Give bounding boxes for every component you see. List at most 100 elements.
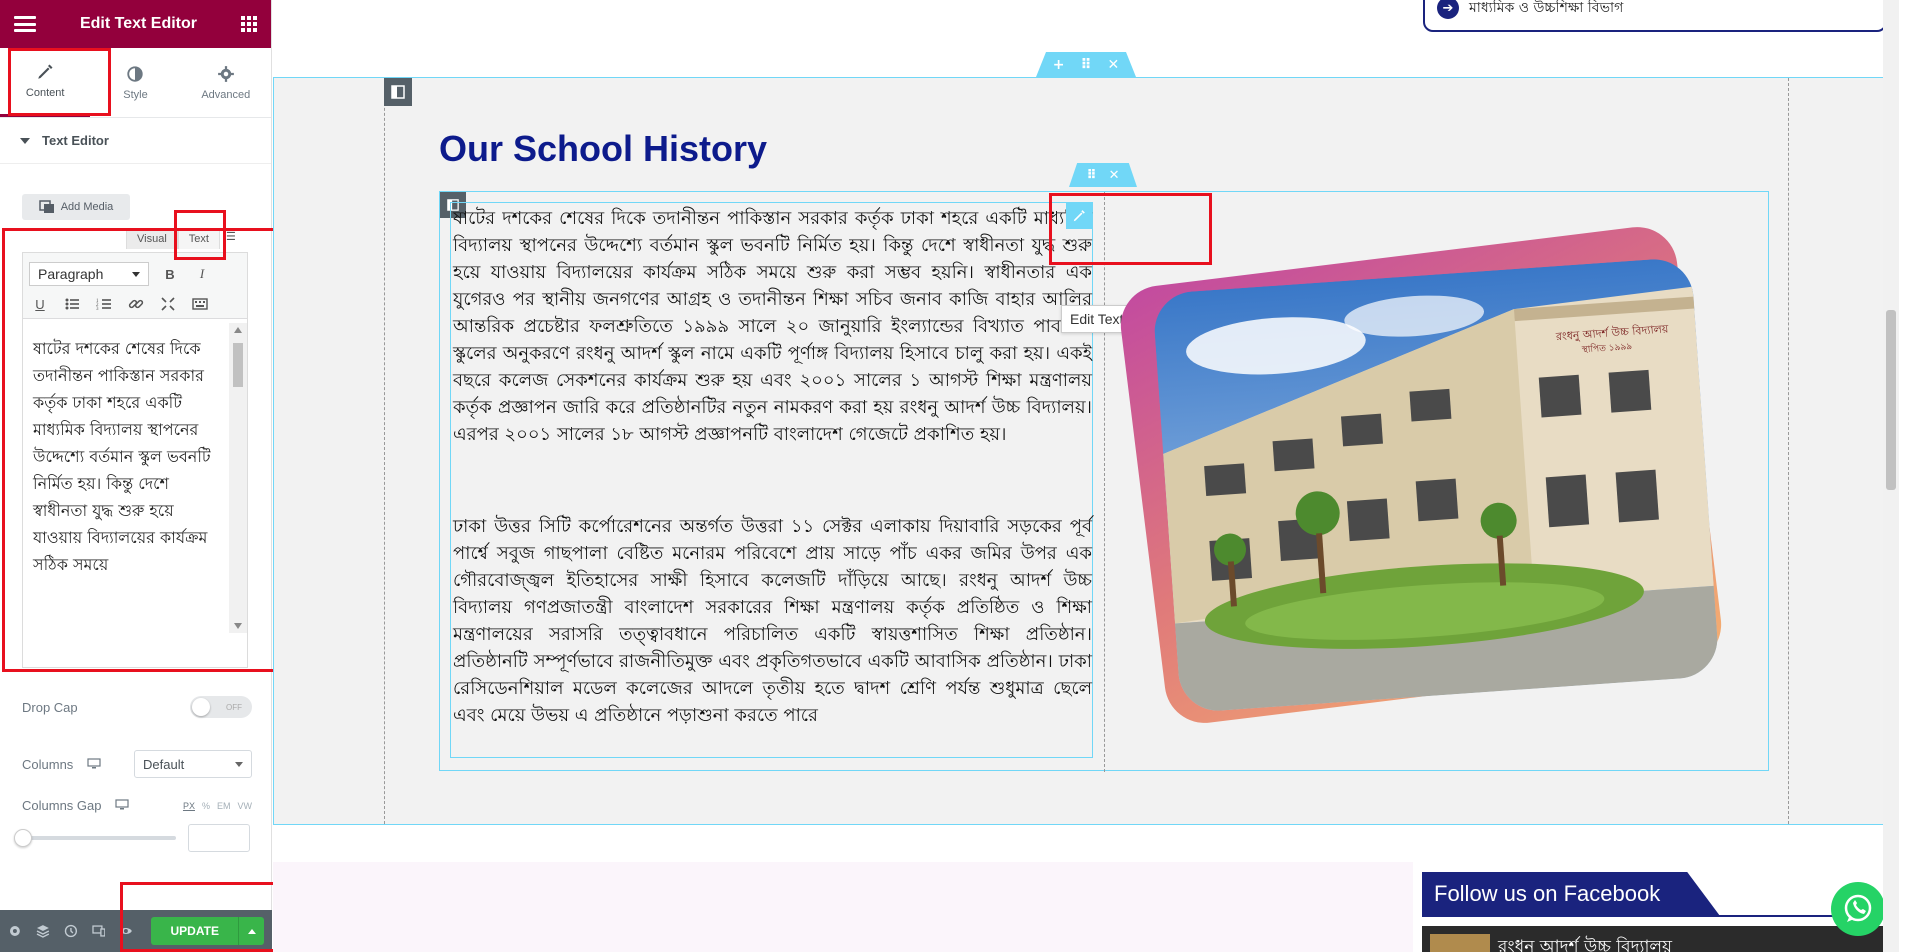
arrow-right-circle-icon: ➔	[1437, 0, 1459, 19]
unit-selector: PX % EM VW	[183, 801, 252, 811]
add-section-icon[interactable]: +	[1053, 57, 1065, 73]
add-media-label: Add Media	[60, 201, 114, 213]
tab-style[interactable]: Style	[90, 48, 180, 117]
school-building-image: রংধনু আদর্শ উচ্চ বিদ্যালয় স্থাপিত ১৯৯৯	[1152, 256, 1720, 714]
format-select-value: Paragraph	[38, 266, 104, 282]
top-nav-card[interactable]: ➔ মাধ্যমিক ও উচ্চশিক্ষা বিভাগ	[1423, 0, 1887, 32]
layers-icon[interactable]	[36, 924, 50, 938]
dropdown-arrow-icon	[132, 271, 140, 277]
menu-icon[interactable]	[14, 16, 36, 32]
unit-percent[interactable]: %	[202, 801, 210, 811]
page-scroll-thumb[interactable]	[1886, 310, 1896, 490]
whatsapp-button[interactable]	[1831, 882, 1885, 936]
tab-advanced-label: Advanced	[201, 88, 251, 101]
dropdown-arrow-icon	[235, 761, 243, 767]
editor-panel: Edit Text Editor Content Style Advanced …	[0, 0, 310, 952]
inner-section-handle[interactable]: ⠿ ✕	[1069, 163, 1137, 187]
unit-px[interactable]: PX	[183, 801, 195, 811]
unit-vw[interactable]: VW	[238, 801, 253, 811]
section-toggle-text-editor[interactable]: Text Editor	[0, 118, 271, 164]
history-paragraph-2: ঢাকা উত্তর সিটি কর্পোরেশনের অন্তর্গত উত্…	[453, 516, 1092, 726]
desktop-icon[interactable]	[87, 757, 101, 769]
facebook-page-card[interactable]: রংধনু আদর্শ উচ্চ বিদ্যালয়	[1422, 926, 1886, 952]
bold-button[interactable]: B	[159, 263, 181, 285]
scroll-up-icon[interactable]	[234, 327, 242, 333]
columns-gap-label: Columns Gap	[22, 798, 102, 813]
tab-advanced[interactable]: Advanced	[181, 48, 271, 117]
page-title: Our School History	[439, 128, 768, 169]
column-handle[interactable]	[384, 78, 412, 106]
section-title: Text Editor	[42, 133, 109, 148]
desktop-icon[interactable]	[115, 799, 129, 810]
responsive-icon[interactable]	[91, 924, 106, 938]
format-select[interactable]: Paragraph	[29, 262, 149, 286]
columns-gap-row: Columns Gap PX % EM VW	[22, 798, 252, 813]
tab-visual[interactable]: Visual	[126, 228, 178, 249]
history-paragraph-1: ষাটের দশকের শেষের দিকে তদানীন্তন পাকিস্ত…	[453, 208, 1092, 445]
add-media-button[interactable]: Add Media	[22, 194, 130, 220]
pencil-icon	[38, 64, 53, 79]
underline-icon[interactable]: U	[29, 293, 51, 315]
widgets-grid-icon[interactable]	[240, 16, 257, 32]
unit-em[interactable]: EM	[217, 801, 231, 811]
drop-cap-toggle-text: OFF	[226, 702, 242, 712]
panel-title: Edit Text Editor	[79, 15, 198, 32]
bullet-list-icon[interactable]	[61, 293, 83, 315]
edit-widget-button[interactable]	[1066, 203, 1092, 229]
numbered-list-icon[interactable]: 123	[93, 293, 115, 315]
media-icon	[38, 200, 54, 213]
editor-textarea[interactable]: ষাটের দশকের শেষের দিকে তদানীন্তন পাকিস্ত…	[23, 323, 229, 653]
panel-footer: UPDATE	[0, 910, 272, 952]
tab-content-label: Content	[25, 87, 65, 99]
columns-gap-slider[interactable]	[14, 829, 176, 847]
keyboard-icon[interactable]	[189, 293, 211, 315]
drag-icon[interactable]: ⠿	[1081, 57, 1092, 73]
text-editor-widget[interactable]: ষাটের দশকের শেষের দিকে তদানীন্তন পাকিস্ত…	[450, 202, 1093, 758]
editor-scrollbar[interactable]	[229, 323, 247, 633]
scroll-down-icon[interactable]	[234, 623, 242, 629]
page-canvas: ➔ মাধ্যমিক ও উচ্চশিক্ষা বিভাগ + ⠿ ✕ Our …	[273, 0, 1899, 952]
toggle-knob	[192, 698, 210, 716]
editor-scroll-thumb[interactable]	[233, 343, 243, 387]
columns-label: Columns	[22, 756, 74, 772]
panel-tabs: Content Style Advanced	[0, 48, 271, 118]
editor-mode-tabs: Visual Text ☰	[126, 228, 242, 249]
gear-icon	[217, 65, 234, 82]
facebook-heading-underline	[1422, 915, 1886, 917]
drop-cap-row: Drop Cap OFF	[22, 696, 252, 718]
update-button[interactable]: UPDATE	[151, 917, 239, 945]
columns-label-wrap: Columns	[22, 757, 101, 772]
page-scrollbar[interactable]	[1883, 0, 1899, 952]
tab-content[interactable]: Content	[0, 48, 91, 117]
wysiwyg-editor: Paragraph B I U 123 ষাটের দশকের শেষের দি…	[22, 252, 248, 668]
top-card-text: মাধ্যমিক ও উচ্চশিক্ষা বিভাগ	[1469, 0, 1624, 16]
columns-gap-input[interactable]	[188, 824, 250, 852]
facebook-page-thumb	[1430, 934, 1490, 952]
drop-cap-label: Drop Cap	[22, 699, 78, 715]
preview-eye-icon[interactable]	[119, 924, 133, 938]
school-building-illustration: রংধনু আদর্শ উচ্চ বিদ্যালয় স্থাপিত ১৯৯৯	[1152, 256, 1720, 714]
history-icon[interactable]	[64, 924, 78, 938]
whatsapp-icon	[1844, 894, 1872, 922]
caret-down-icon	[20, 137, 30, 144]
link-icon[interactable]	[125, 293, 147, 315]
section-handle[interactable]: + ⠿ ✕	[1036, 52, 1136, 77]
columns-gap-label-wrap: Columns Gap	[22, 798, 129, 813]
drop-cap-toggle[interactable]: OFF	[190, 696, 252, 718]
delete-section-icon[interactable]: ✕	[1107, 57, 1119, 73]
svg-text:3: 3	[96, 307, 99, 312]
slider-handle[interactable]	[14, 829, 32, 847]
pencil-icon	[1073, 210, 1085, 222]
settings-icon[interactable]	[8, 924, 22, 938]
caret-up-icon	[247, 928, 256, 934]
fullscreen-icon[interactable]	[157, 293, 179, 315]
delete-inner-section-icon[interactable]: ✕	[1109, 168, 1120, 183]
toolbar-toggle-icon[interactable]: ☰	[220, 228, 242, 249]
app-root: Edit Text Editor Content Style Advanced …	[0, 0, 1919, 952]
columns-select[interactable]: Default	[134, 750, 252, 778]
tab-text[interactable]: Text	[177, 228, 220, 249]
italic-button[interactable]: I	[191, 263, 213, 285]
drag-icon[interactable]: ⠿	[1086, 168, 1096, 183]
update-options-button[interactable]	[238, 917, 264, 945]
tab-style-label: Style	[123, 88, 148, 101]
